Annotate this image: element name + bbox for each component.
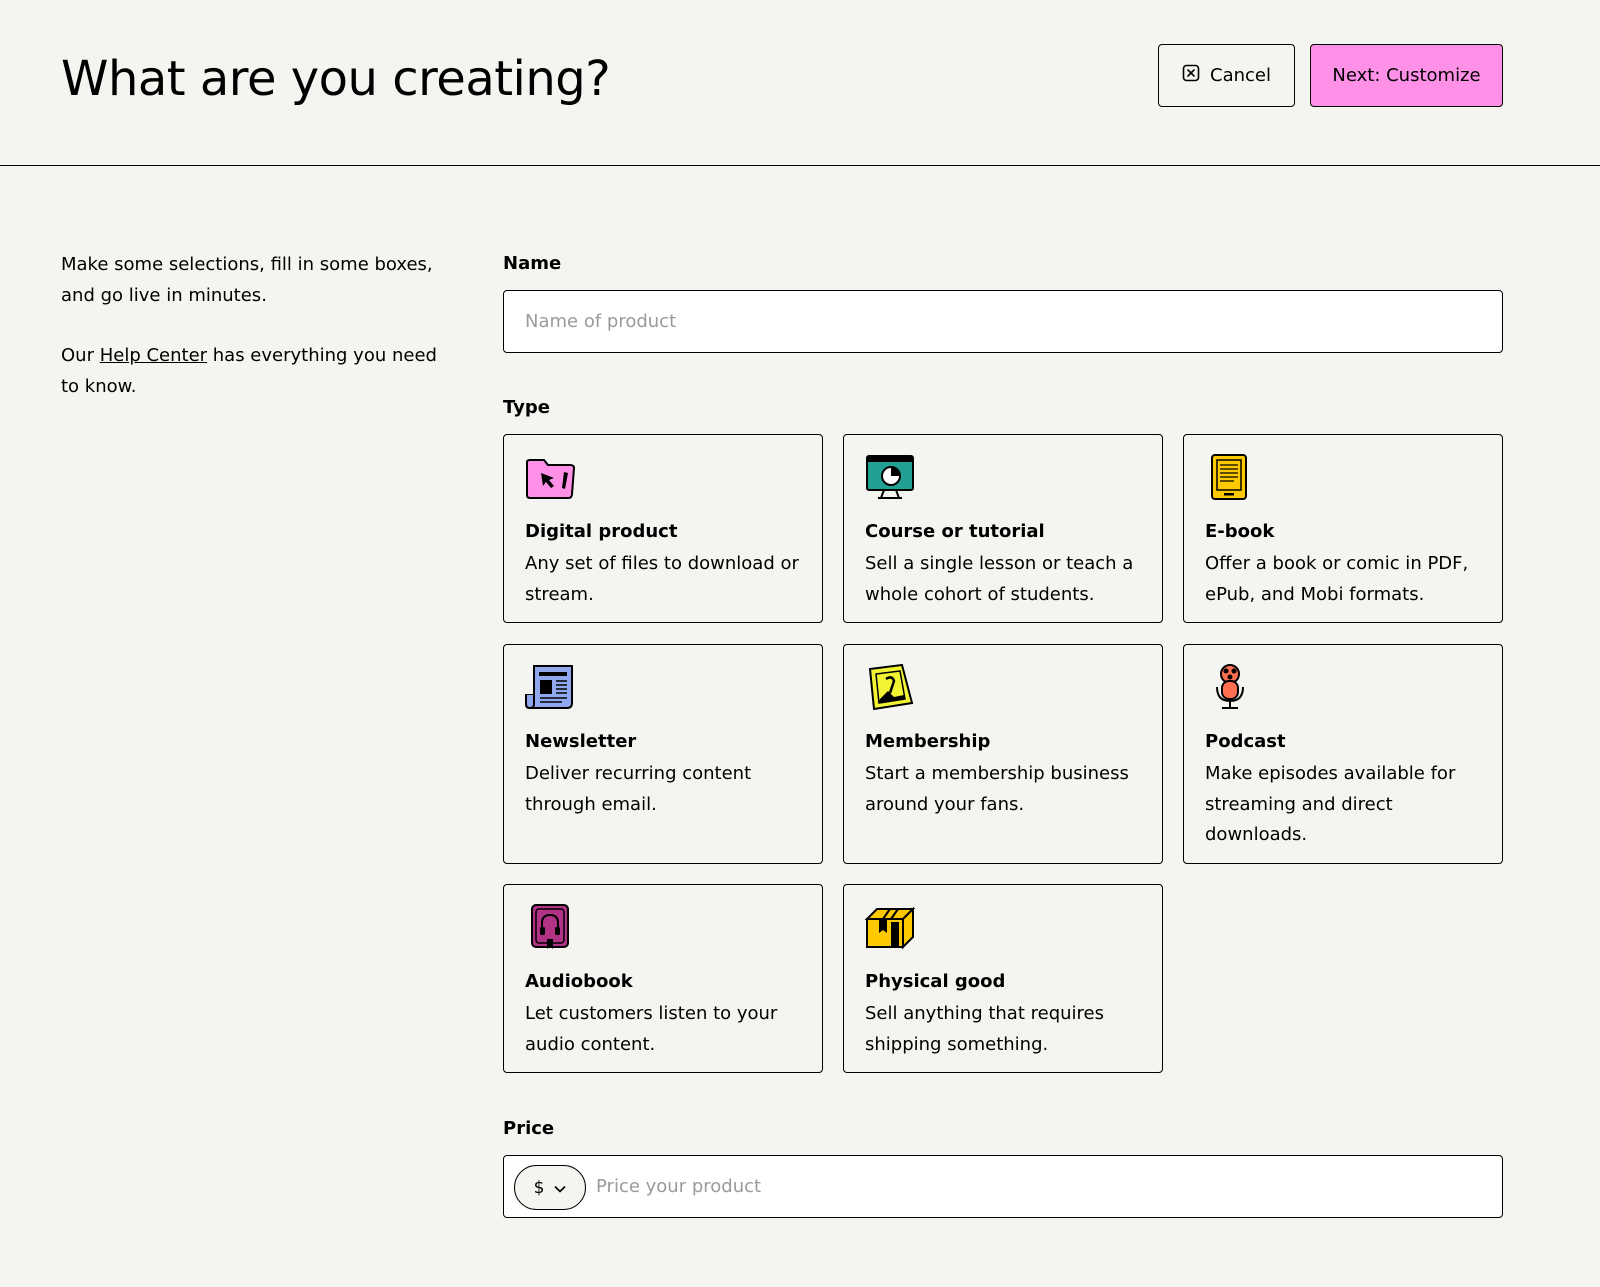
- card-title: E-book: [1205, 521, 1275, 542]
- help-center-link[interactable]: Help Center: [100, 345, 207, 366]
- folder-cursor-icon: [524, 453, 576, 501]
- card-title: Podcast: [1205, 731, 1286, 752]
- membership-card-icon: [864, 663, 916, 711]
- cancel-button-label: Cancel: [1210, 65, 1271, 86]
- card-description: Sell anything that requires shipping som…: [865, 1003, 1104, 1055]
- type-card-course-or-tutorial[interactable]: Course or tutorial Sell a single lesson …: [843, 434, 1163, 623]
- card-description: Deliver recurring content through email.: [525, 763, 752, 815]
- next-customize-button[interactable]: Next: Customize: [1310, 44, 1503, 107]
- card-title: Membership: [865, 731, 991, 752]
- type-card-audiobook[interactable]: Audiobook Let customers listen to your a…: [503, 884, 823, 1073]
- newspaper-icon: [524, 663, 576, 711]
- intro-description: Make some selections, fill in some boxes…: [61, 254, 433, 306]
- card-description: Sell a single lesson or teach a whole co…: [865, 553, 1134, 605]
- help-center-text: Our Help Center has everything you need …: [61, 341, 441, 402]
- type-card-podcast[interactable]: Podcast Make episodes available for stre…: [1183, 644, 1503, 864]
- price-label: Price: [503, 1118, 555, 1139]
- currency-symbol: $: [533, 1177, 545, 1198]
- price-field-container: $: [503, 1155, 1503, 1218]
- page-title: What are you creating?: [61, 51, 611, 107]
- card-title: Course or tutorial: [865, 521, 1045, 542]
- name-field-container: [503, 290, 1503, 353]
- microphone-icon: [1204, 663, 1256, 711]
- type-card-membership[interactable]: Membership Start a membership business a…: [843, 644, 1163, 864]
- ereader-icon: [1204, 453, 1256, 501]
- intro-text: Make some selections, fill in some boxes…: [61, 250, 441, 432]
- name-label: Name: [503, 253, 562, 274]
- card-description: Make episodes available for streaming an…: [1205, 763, 1456, 845]
- card-description: Offer a book or comic in PDF, ePub, and …: [1205, 553, 1469, 605]
- card-title: Digital product: [525, 521, 678, 542]
- type-card-physical-good[interactable]: Physical good Sell anything that require…: [843, 884, 1163, 1073]
- close-icon: [1182, 64, 1200, 87]
- type-card-e-book[interactable]: E-book Offer a book or comic in PDF, ePu…: [1183, 434, 1503, 623]
- page-header: What are you creating? Cancel Next: Cust…: [0, 0, 1600, 166]
- cancel-button[interactable]: Cancel: [1158, 44, 1295, 107]
- card-description: Any set of files to download or stream.: [525, 553, 799, 605]
- help-prefix: Our: [61, 345, 100, 366]
- type-card-digital-product[interactable]: Digital product Any set of files to down…: [503, 434, 823, 623]
- card-title: Newsletter: [525, 731, 637, 752]
- price-input[interactable]: [596, 1156, 1486, 1217]
- currency-select[interactable]: $: [514, 1165, 586, 1210]
- package-box-icon: [864, 903, 916, 951]
- card-description: Start a membership business around your …: [865, 763, 1129, 815]
- name-input[interactable]: [504, 291, 1502, 352]
- card-title: Audiobook: [525, 971, 633, 992]
- type-card-newsletter[interactable]: Newsletter Deliver recurring content thr…: [503, 644, 823, 864]
- card-description: Let customers listen to your audio conte…: [525, 1003, 778, 1055]
- headphones-book-icon: [524, 903, 576, 951]
- next-button-label: Next: Customize: [1332, 65, 1481, 86]
- chevron-down-icon: [554, 1178, 566, 1198]
- card-title: Physical good: [865, 971, 1006, 992]
- type-label: Type: [503, 397, 550, 418]
- presentation-board-icon: [864, 453, 916, 501]
